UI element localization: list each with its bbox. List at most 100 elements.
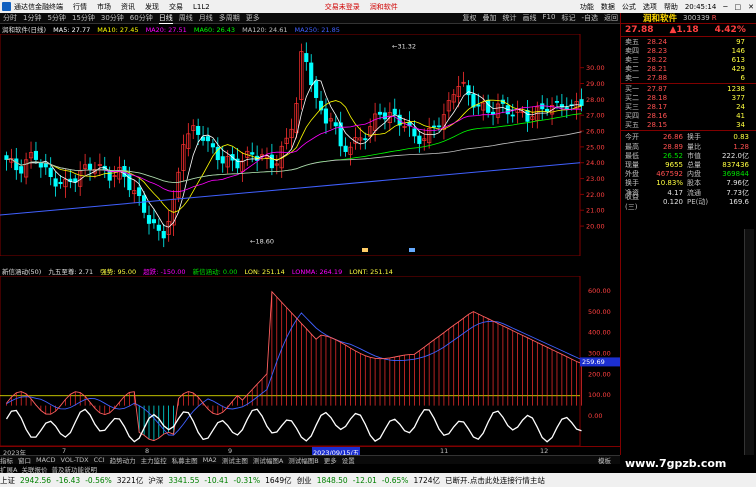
status-item: 1848.50 — [316, 475, 348, 485]
tool-overlay[interactable]: 叠加 — [483, 13, 497, 23]
ma-legend: 润和软件(日线) MA5: 27.77 MA10: 27.45 MA20: 27… — [2, 24, 345, 34]
price-line: 27.88 ▲1.18 4.42% — [621, 24, 756, 37]
period-tab[interactable]: 更多 — [246, 13, 260, 23]
close-icon[interactable]: ✕ — [748, 3, 754, 11]
event-marker — [362, 248, 368, 252]
tool-watchlist[interactable]: -自选 — [581, 13, 598, 23]
candle-body — [314, 80, 319, 98]
menu-help[interactable]: 帮助 — [664, 2, 678, 12]
period-tab[interactable]: 15分钟 — [72, 13, 95, 23]
extension-tabs: 扩展A 关联报价 普及新功能说明 — [0, 464, 620, 474]
ma60-label: MA60: 26.43 — [193, 26, 236, 34]
menu-formula[interactable]: 公式 — [622, 2, 636, 12]
trade-not-logged-in[interactable]: 交易未登录 — [325, 2, 360, 12]
indicator-tick-label: 300.00 — [588, 350, 611, 358]
indicator-chart[interactable]: 600.00 500.00 400.00 300.00 200.00 100.00 0.00… — [0, 276, 620, 446]
candle-body — [377, 111, 383, 115]
tool-draw[interactable]: 画线 — [523, 13, 537, 23]
menu-function[interactable]: 功能 — [580, 2, 594, 12]
price-tick-label: 25.00 — [586, 143, 605, 151]
candle-body — [205, 136, 211, 142]
status-item[interactable]: 沪深 — [148, 475, 163, 486]
tab-ma2[interactable]: MA2 — [203, 456, 217, 464]
indicator-tick-label: 400.00 — [588, 329, 611, 337]
indicator-legend: 新信涵动(50) 九五至尊: 2.71 强势: 95.00 超跌: -150.0… — [2, 266, 398, 276]
indicator-b: 强势: 95.00 — [100, 268, 137, 276]
candle-body — [417, 135, 422, 144]
clock: 20:45:14 — [684, 2, 717, 11]
tool-f10[interactable]: F10 — [543, 13, 556, 23]
date-axis: 2023年 7 8 9 2023/09/15/五 11 12 — [0, 446, 620, 457]
tab-extension[interactable]: 扩展A — [0, 464, 17, 474]
price-tick-label: 22.00 — [586, 191, 605, 199]
period-tab[interactable]: 月线 — [199, 13, 213, 23]
ask-row[interactable]: 卖一 27.88 6 — [621, 74, 756, 83]
maximize-icon[interactable]: □ — [735, 3, 742, 11]
connection-status[interactable]: 已断开.点击此处连接行情主站 — [445, 475, 545, 486]
status-item[interactable]: 上证 — [0, 475, 15, 486]
period-tab[interactable]: 30分钟 — [101, 13, 124, 23]
tool-mark[interactable]: 标记 — [561, 13, 575, 23]
candle-body — [48, 167, 53, 178]
period-tab-active[interactable]: 日线 — [158, 13, 173, 24]
indicator-value-tag: 259.69 — [582, 358, 605, 366]
stats-table: 今开 26.86 换手 0.83 最高 28.89 量比 1.28 最低 26.52 市值 222… — [621, 131, 756, 210]
tab-new-features[interactable]: 普及新功能说明 — [51, 464, 97, 474]
candle-body — [151, 219, 156, 224]
ma10-label: MA10: 27.45 — [97, 26, 139, 34]
status-item: -0.56% — [85, 475, 112, 485]
candle-body — [432, 125, 437, 128]
candle-body — [510, 114, 515, 117]
app-title: 通达信金融终端 — [14, 2, 63, 11]
candle-body — [436, 125, 442, 128]
price-pct: 4.42% — [714, 25, 746, 35]
period-tab[interactable]: 多周期 — [219, 13, 240, 23]
price-tick-label: 24.00 — [586, 159, 605, 167]
price-tick-label: 29.00 — [586, 80, 605, 88]
menu-data[interactable]: 数据 — [601, 2, 615, 12]
menu-options[interactable]: 选项 — [643, 2, 657, 12]
tool-statistics[interactable]: 统计 — [503, 13, 517, 23]
price-tick-label: 27.00 — [586, 112, 605, 120]
quote-panel: 润和软件 300339 R 27.88 ▲1.18 4.42% 卖五 28.24 9… — [620, 13, 756, 229]
ma120-label: MA120: 24.61 — [242, 26, 288, 34]
app-logo-icon — [2, 2, 11, 11]
candlestick-chart[interactable]: 30.00 29.00 28.00 27.00 26.00 25.00 24.00 23.00… — [0, 34, 620, 256]
period-toolbar: 分时 1分钟 5分钟 15分钟 30分钟 60分钟 日线 周线 月线 多周期 更… — [0, 13, 620, 24]
menu-trade[interactable]: 交易 — [169, 2, 183, 12]
status-item: -16.43 — [56, 475, 81, 485]
candle-body — [382, 112, 388, 120]
menu-discover[interactable]: 发现 — [145, 2, 159, 12]
candle-body — [53, 178, 58, 187]
low-price-label: ←18.60 — [250, 238, 274, 246]
candle-body — [490, 111, 496, 115]
bid-row[interactable]: 买五 28.15 34 — [621, 121, 756, 130]
menu-market[interactable]: 市场 — [97, 2, 111, 12]
period-tab[interactable]: 5分钟 — [47, 13, 65, 23]
candle-body — [87, 163, 93, 171]
candle-body — [486, 99, 491, 113]
status-item: -0.65% — [381, 475, 409, 485]
period-tab[interactable]: 60分钟 — [130, 13, 153, 23]
bid-book: 买一 27.87 1238 买二 28.18 377 买三 28.17 24 买四 28.16… — [621, 84, 756, 131]
candle-body — [142, 195, 147, 213]
minimize-icon[interactable]: ─ — [723, 3, 727, 11]
status-item[interactable]: 创业 — [297, 475, 312, 486]
indicator-tick-label: 200.00 — [588, 370, 611, 378]
indicator-name: 新信涵动(50) — [2, 268, 42, 276]
menu-news[interactable]: 资讯 — [121, 2, 135, 12]
period-tab[interactable]: 1分钟 — [23, 13, 41, 23]
status-item: 1724亿 — [413, 475, 441, 485]
tab-related-quote[interactable]: 关联报价 — [21, 464, 47, 474]
period-tab[interactable]: 周线 — [179, 13, 193, 23]
stock-link[interactable]: 润和软件 — [370, 2, 398, 12]
candle-body — [146, 215, 152, 224]
tool-restore-rights[interactable]: 复权 — [463, 13, 477, 23]
menu-l1l2[interactable]: L1L2 — [193, 3, 210, 11]
side-tool-strip[interactable] — [744, 229, 754, 455]
period-tab[interactable]: 分时 — [3, 13, 17, 23]
menu-market-quote[interactable]: 行情 — [73, 2, 87, 12]
tool-back[interactable]: 返回 — [604, 13, 618, 23]
candle-body — [412, 128, 417, 137]
status-item: 3341.55 — [168, 475, 200, 485]
